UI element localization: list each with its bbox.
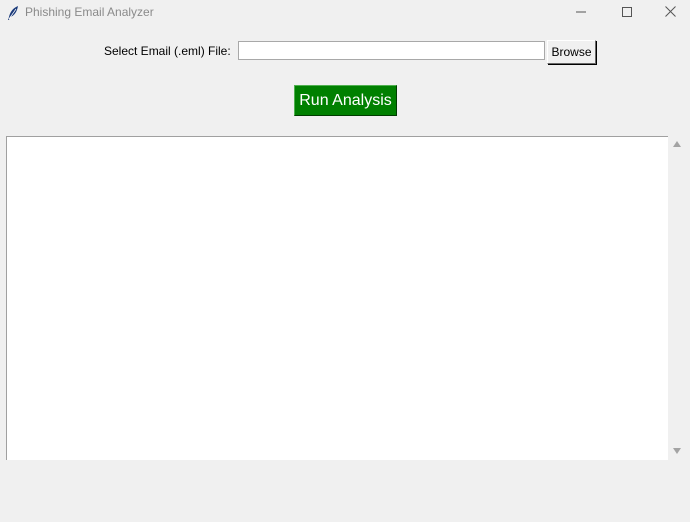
file-path-input[interactable] [238,41,545,60]
minimize-button[interactable] [558,0,604,26]
maximize-icon [622,4,632,22]
browse-button[interactable]: Browse [547,40,596,64]
minimize-icon [576,4,586,22]
title-bar: Phishing Email Analyzer [0,0,690,26]
run-analysis-button[interactable]: Run Analysis [294,85,397,116]
analysis-output-textarea[interactable] [6,136,668,460]
output-scrollbar[interactable] [669,136,686,460]
scroll-down-arrow-icon[interactable] [673,448,681,454]
maximize-button[interactable] [604,0,650,26]
scroll-up-arrow-icon[interactable] [673,141,681,147]
close-icon [664,4,676,22]
close-button[interactable] [650,0,690,26]
window-title: Phishing Email Analyzer [25,5,154,19]
feather-icon [6,5,20,21]
file-select-label: Select Email (.eml) File: [104,44,231,58]
